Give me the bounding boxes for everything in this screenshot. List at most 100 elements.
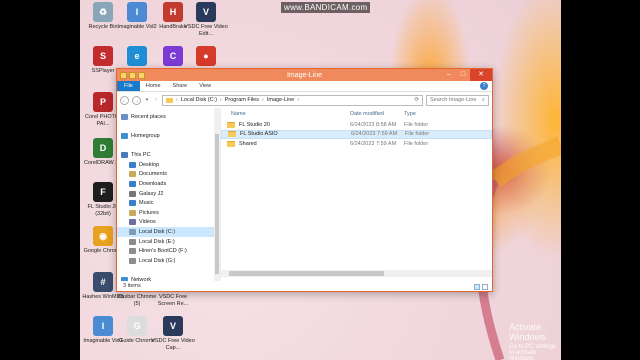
tab-home[interactable]: Home bbox=[140, 81, 167, 91]
file-list: Name Date modified Type FL Studio 20 6/24… bbox=[221, 108, 492, 281]
file-name: Shared bbox=[239, 140, 257, 147]
address-bar[interactable]: › Local Disk (C:) › Program Files › Imag… bbox=[162, 94, 423, 106]
ribbon-tabs: File Home Share View ? bbox=[117, 81, 492, 92]
breadcrumb-image-line[interactable]: Image-Line bbox=[267, 97, 295, 103]
file-type: File folder bbox=[405, 131, 430, 138]
folder-icon bbox=[227, 121, 235, 128]
nav-item-icon bbox=[129, 228, 136, 235]
address-row: ← → ▾ ↑ › Local Disk (C:) › Program File… bbox=[117, 92, 492, 108]
app-icon: # bbox=[93, 272, 113, 292]
app-icon: C bbox=[163, 46, 183, 66]
up-button[interactable]: ↑ bbox=[153, 96, 159, 105]
nav-item[interactable]: Music bbox=[117, 198, 220, 208]
column-type[interactable]: Type bbox=[404, 111, 416, 117]
close-button[interactable]: ✕ bbox=[470, 69, 492, 81]
folder-icon bbox=[228, 131, 236, 138]
file-date: 6/24/2023 8:58 AM bbox=[350, 121, 397, 128]
nav-item[interactable]: Recent places bbox=[117, 112, 220, 122]
breadcrumb-program-files[interactable]: Program Files bbox=[225, 97, 259, 103]
nav-item[interactable]: Galaxy J2 bbox=[117, 189, 220, 199]
nav-item-icon bbox=[129, 180, 136, 187]
navigation-list: Recent places Homegroup This PC Desktop Docu… bbox=[117, 112, 220, 281]
refresh-icon[interactable]: ⟳ bbox=[414, 97, 419, 103]
desktop-icon-label: VSDC Free Video Edit... bbox=[184, 24, 228, 37]
file-row[interactable]: FL Studio ASIO 6/24/2023 7:59 AM File fold… bbox=[221, 129, 492, 139]
nav-scrollbar[interactable] bbox=[214, 108, 220, 281]
recording-watermark: www.BANDICAM.com bbox=[281, 2, 371, 13]
help-icon[interactable]: ? bbox=[480, 82, 488, 90]
app-icon: H bbox=[163, 2, 183, 22]
nav-item-label: Videos bbox=[139, 219, 156, 226]
app-icon: I bbox=[93, 316, 113, 336]
file-name-cell: FL Studio ASIO bbox=[222, 131, 351, 138]
nav-item-label: Hiren's BootCD (F:) bbox=[139, 248, 187, 255]
column-date-modified[interactable]: Date modified bbox=[350, 111, 404, 117]
back-button[interactable]: ← bbox=[120, 95, 129, 105]
nav-item-icon bbox=[121, 132, 128, 139]
file-name-cell: Shared bbox=[221, 140, 350, 147]
app-icon: G bbox=[127, 316, 147, 336]
nav-item[interactable]: Pictures bbox=[117, 208, 220, 218]
nav-item-label: This PC bbox=[131, 152, 151, 159]
nav-item-icon bbox=[121, 152, 128, 159]
nav-item[interactable]: Local Disk (G:) bbox=[117, 256, 220, 266]
horizontal-scrollbar[interactable] bbox=[221, 270, 492, 277]
nav-item-label: Recent places bbox=[131, 113, 166, 120]
item-count: 3 items bbox=[123, 283, 141, 289]
search-input[interactable]: Search Image-Line ⌕ bbox=[426, 94, 489, 106]
minimize-button[interactable]: – bbox=[442, 69, 456, 81]
nav-item-label: Documents bbox=[139, 171, 167, 178]
file-row[interactable]: FL Studio 20 6/24/2023 8:58 AM File folder bbox=[221, 120, 492, 130]
nav-item[interactable]: Documents bbox=[117, 170, 220, 180]
app-icon: V bbox=[196, 2, 216, 22]
activate-subtitle: Go to PC settings to activate Windows. bbox=[509, 344, 557, 360]
app-icon: S bbox=[93, 46, 113, 66]
title-bar[interactable]: Image-Line – □ ✕ bbox=[117, 69, 492, 81]
nav-item[interactable]: Desktop bbox=[117, 160, 220, 170]
file-date: 6/24/2023 7:59 AM bbox=[350, 140, 397, 147]
nav-item[interactable]: Local Disk (E:) bbox=[117, 237, 220, 247]
large-icons-view-icon[interactable] bbox=[482, 284, 488, 290]
recent-locations-icon[interactable]: ▾ bbox=[144, 96, 150, 105]
folder-icon bbox=[227, 140, 235, 147]
column-headers: Name Date modified Type bbox=[221, 108, 492, 120]
maximize-button[interactable]: □ bbox=[456, 69, 470, 81]
desktop-icon[interactable]: V VSDC Free Video Cap... bbox=[151, 316, 195, 351]
nav-item[interactable]: Local Disk (C:) bbox=[117, 227, 220, 237]
column-name[interactable]: Name bbox=[221, 111, 350, 117]
nav-item[interactable]: This PC bbox=[117, 150, 220, 160]
app-icon: I bbox=[127, 2, 147, 22]
tab-file[interactable]: File bbox=[117, 81, 140, 91]
nav-scrollbar-thumb[interactable] bbox=[215, 134, 219, 274]
nav-item[interactable]: Videos bbox=[117, 218, 220, 228]
file-explorer-window[interactable]: Image-Line – □ ✕ File Home Share View ? … bbox=[116, 68, 493, 292]
details-view-icon[interactable] bbox=[474, 284, 480, 290]
nav-item bbox=[117, 266, 220, 276]
nav-item-icon bbox=[129, 161, 136, 168]
breadcrumb-local-disk[interactable]: Local Disk (C:) bbox=[181, 97, 217, 103]
file-name-cell: FL Studio 20 bbox=[221, 121, 350, 128]
app-icon: V bbox=[163, 316, 183, 336]
app-icon: ◉ bbox=[93, 226, 113, 246]
file-row[interactable]: Shared 6/24/2023 7:59 AM File folder bbox=[221, 139, 492, 149]
nav-item-icon bbox=[129, 219, 136, 226]
nav-item[interactable]: Hiren's BootCD (F:) bbox=[117, 246, 220, 256]
nav-item[interactable]: Downloads bbox=[117, 179, 220, 189]
nav-item-label: Downloads bbox=[139, 180, 167, 187]
horizontal-scrollbar-thumb[interactable] bbox=[229, 271, 384, 276]
nav-item-label: Homegroup bbox=[131, 132, 160, 139]
desktop: www.BANDICAM.com ♻ Recycle Bin I Imaginable… bbox=[80, 0, 561, 360]
nav-item-icon bbox=[129, 257, 136, 264]
forward-button[interactable]: → bbox=[132, 95, 141, 105]
desktop-icon[interactable]: V VSDC Free Video Edit... bbox=[184, 2, 228, 37]
breadcrumb-separator-icon: › bbox=[219, 97, 222, 103]
tab-view[interactable]: View bbox=[193, 81, 217, 91]
view-toggle bbox=[474, 284, 488, 290]
nav-item-icon bbox=[129, 200, 136, 207]
tab-share[interactable]: Share bbox=[167, 81, 194, 91]
activate-title: Activate Windows bbox=[509, 322, 546, 342]
nav-item[interactable]: Homegroup bbox=[117, 131, 220, 141]
file-name: FL Studio 20 bbox=[239, 121, 270, 128]
app-icon: D bbox=[93, 138, 113, 158]
nav-item-label: Galaxy J2 bbox=[139, 190, 164, 197]
